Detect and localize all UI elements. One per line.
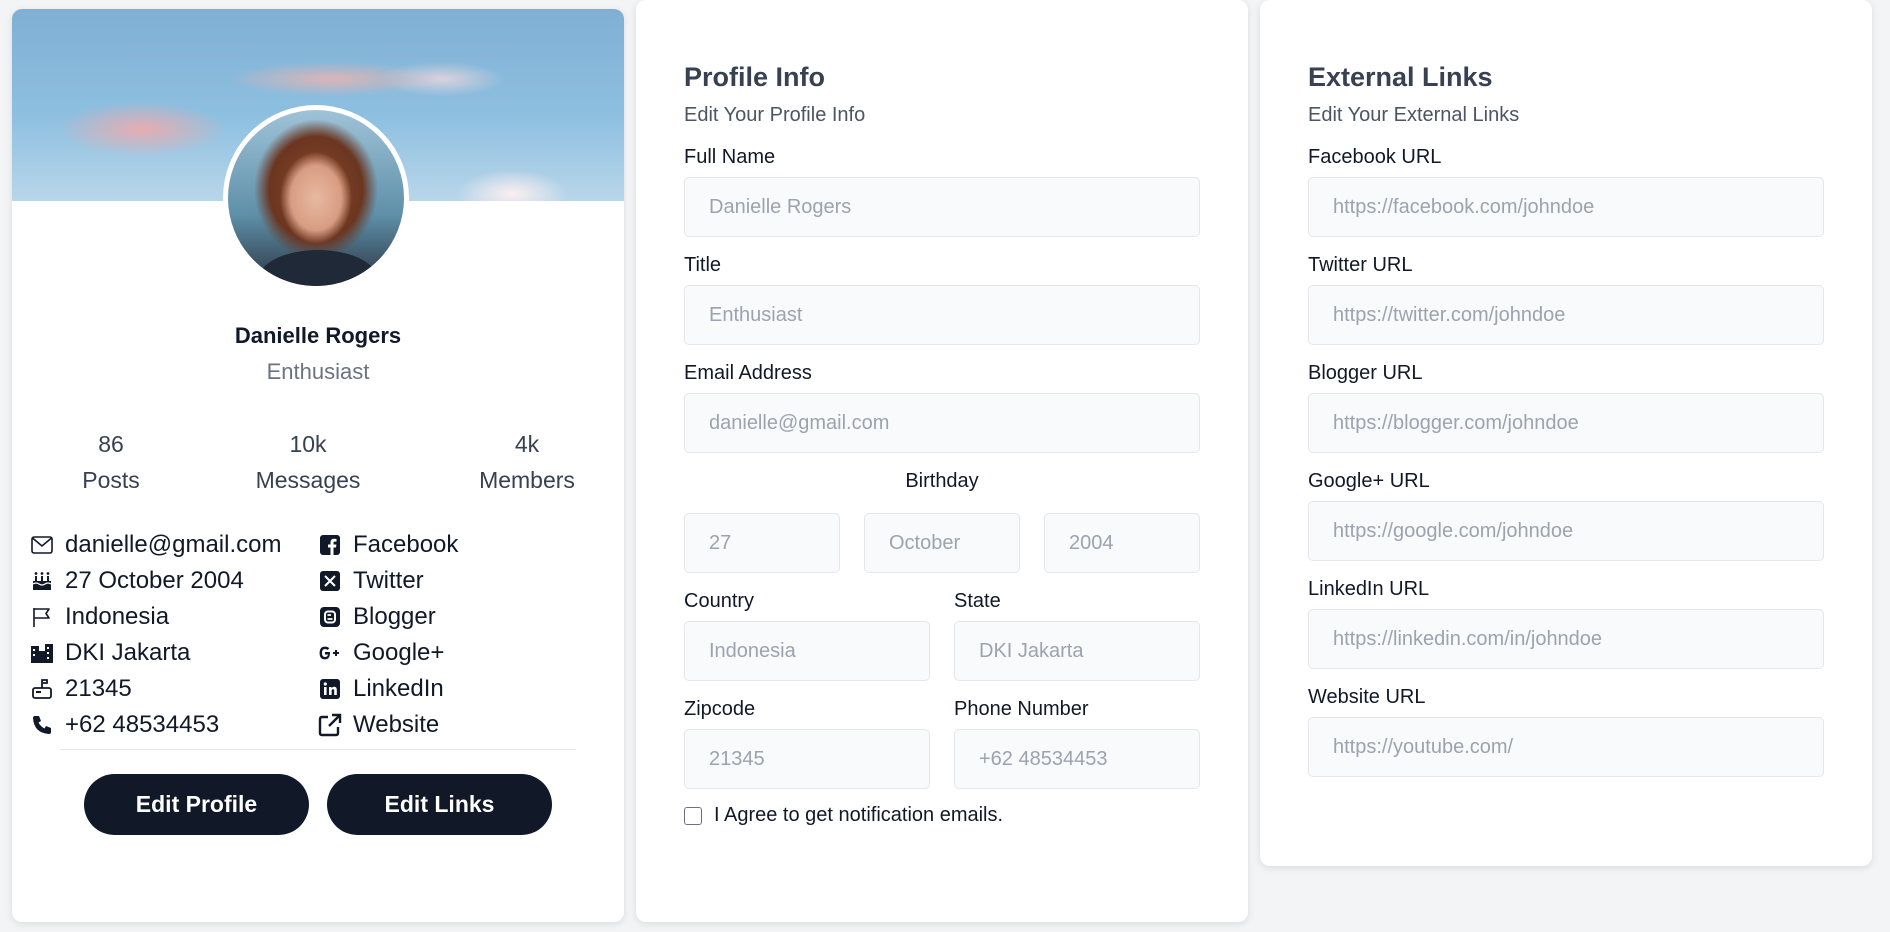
link-linkedin[interactable]: LinkedIn <box>317 671 458 707</box>
facebook-url-label: Facebook URL <box>1308 146 1442 168</box>
link-text: Google+ <box>353 639 445 666</box>
mailbox-icon <box>29 676 55 702</box>
phone-input[interactable] <box>954 729 1200 789</box>
birthday-cake-icon <box>29 568 55 594</box>
blogger-url-input[interactable] <box>1308 393 1824 453</box>
website-url-input[interactable] <box>1308 717 1824 777</box>
stat-label: Members <box>479 467 575 493</box>
envelope-icon <box>29 532 55 558</box>
profile-info-heading: Profile Info <box>684 62 825 92</box>
info-zipcode: 21345 <box>29 671 281 707</box>
country-label: Country <box>684 590 755 612</box>
birthday-label: Birthday <box>905 470 979 492</box>
profile-info-card: Profile Info Edit Your Profile Info Full… <box>636 0 1248 922</box>
link-twitter[interactable]: Twitter <box>317 563 458 599</box>
title-label: Title <box>684 254 722 276</box>
email-label: Email Address <box>684 362 812 384</box>
full-name-label: Full Name <box>684 146 776 168</box>
notification-checkbox[interactable] <box>684 806 702 825</box>
country-input[interactable] <box>684 621 930 681</box>
info-email: danielle@gmail.com <box>29 527 281 563</box>
twitter-url-input[interactable] <box>1308 285 1824 345</box>
linkedin-icon <box>317 676 343 702</box>
stat-members: 4k Members <box>447 431 607 494</box>
info-birthday: 27 October 2004 <box>29 563 281 599</box>
link-text: LinkedIn <box>353 675 444 702</box>
link-facebook[interactable]: Facebook <box>317 527 458 563</box>
birthday-year-input[interactable] <box>1044 513 1200 573</box>
stat-label: Posts <box>82 467 140 493</box>
twitter-url-label: Twitter URL <box>1308 254 1413 276</box>
external-link-icon <box>317 712 343 738</box>
info-text: danielle@gmail.com <box>65 531 282 558</box>
link-blogger[interactable]: Blogger <box>317 599 458 635</box>
title-input[interactable] <box>684 285 1200 345</box>
link-text: Website <box>353 711 440 738</box>
website-url-label: Website URL <box>1308 686 1426 708</box>
social-links-list: Facebook Twitter Blogger Google+ LinkedI… <box>317 527 458 743</box>
notification-agree-row: I Agree to get notification emails. <box>684 804 1003 827</box>
info-text: Indonesia <box>65 603 170 630</box>
blogger-url-label: Blogger URL <box>1308 362 1423 384</box>
link-google-plus[interactable]: Google+ <box>317 635 458 671</box>
divider <box>60 749 576 750</box>
state-label: State <box>954 590 1001 612</box>
info-text: 27 October 2004 <box>65 567 244 594</box>
stat-label: Messages <box>255 467 361 493</box>
avatar <box>223 105 409 291</box>
stat-messages: 10k Messages <box>228 431 388 494</box>
google-plus-url-label: Google+ URL <box>1308 470 1430 492</box>
info-phone: +62 48534453 <box>29 707 281 743</box>
zipcode-label: Zipcode <box>684 698 756 720</box>
info-text: +62 48534453 <box>65 711 220 738</box>
edit-profile-button[interactable]: Edit Profile <box>84 774 309 835</box>
info-text: 21345 <box>65 675 132 702</box>
profile-card: Danielle Rogers Enthusiast 86 Posts 10k … <box>12 9 624 922</box>
birthday-day-input[interactable] <box>684 513 840 573</box>
twitter-x-icon <box>317 568 343 594</box>
external-links-heading: External Links <box>1308 62 1493 92</box>
phone-icon <box>29 712 55 738</box>
flag-icon <box>29 604 55 630</box>
facebook-url-input[interactable] <box>1308 177 1824 237</box>
linkedin-url-input[interactable] <box>1308 609 1824 669</box>
city-icon <box>29 640 55 666</box>
info-text: DKI Jakarta <box>65 639 191 666</box>
stat-value: 10k <box>289 431 327 457</box>
stat-value: 86 <box>98 431 124 457</box>
full-name-input[interactable] <box>684 177 1200 237</box>
external-links-card: External Links Edit Your External Links … <box>1260 0 1872 866</box>
stat-posts: 86 Posts <box>31 431 191 494</box>
state-input[interactable] <box>954 621 1200 681</box>
external-links-subheading: Edit Your External Links <box>1308 104 1520 126</box>
contact-info-list: danielle@gmail.com 27 October 2004 Indon… <box>29 527 281 743</box>
google-plus-url-input[interactable] <box>1308 501 1824 561</box>
info-state: DKI Jakarta <box>29 635 281 671</box>
link-text: Twitter <box>353 567 424 594</box>
phone-label: Phone Number <box>954 698 1089 720</box>
birthday-month-input[interactable] <box>864 513 1020 573</box>
google-plus-icon <box>317 640 343 666</box>
profile-info-subheading: Edit Your Profile Info <box>684 104 866 126</box>
blogger-icon <box>317 604 343 630</box>
zipcode-input[interactable] <box>684 729 930 789</box>
profile-name: Danielle Rogers <box>234 323 402 348</box>
stat-value: 4k <box>514 431 540 457</box>
linkedin-url-label: LinkedIn URL <box>1308 578 1430 600</box>
info-country: Indonesia <box>29 599 281 635</box>
link-text: Facebook <box>353 531 459 558</box>
profile-title: Enthusiast <box>266 359 370 384</box>
edit-links-button[interactable]: Edit Links <box>327 774 552 835</box>
notification-agree-label: I Agree to get notification emails. <box>714 804 1004 826</box>
facebook-icon <box>317 532 343 558</box>
email-input[interactable] <box>684 393 1200 453</box>
link-text: Blogger <box>353 603 436 630</box>
link-website[interactable]: Website <box>317 707 458 743</box>
